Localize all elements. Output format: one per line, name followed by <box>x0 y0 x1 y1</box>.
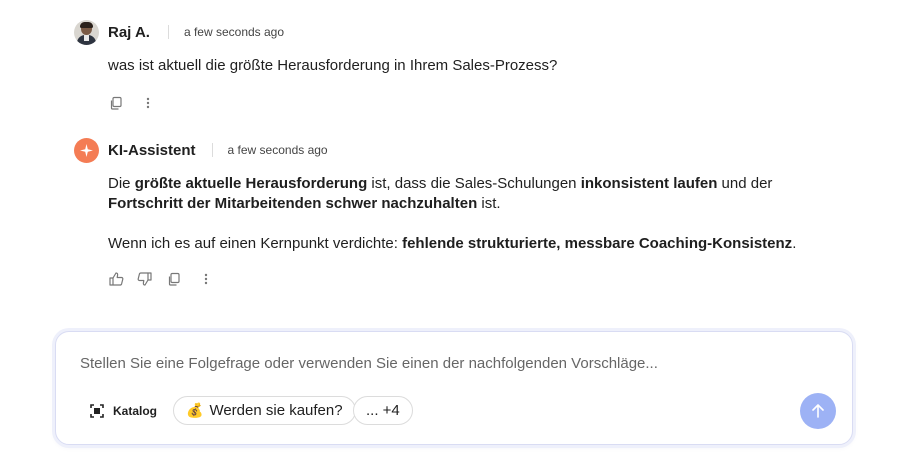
copy-icon[interactable] <box>108 95 124 111</box>
message-header: Raj A. a few seconds ago <box>74 19 864 45</box>
message-author: KI-Assistent <box>108 141 196 159</box>
divider <box>211 143 213 157</box>
answer-paragraph-1: Die größte aktuelle Herausforderung ist,… <box>108 175 773 212</box>
catalog-scan-icon <box>90 404 104 418</box>
thumbs-down-icon[interactable] <box>136 271 152 287</box>
user-message: Raj A. a few seconds ago was ist aktuell… <box>74 19 864 112</box>
message-timestamp: a few seconds ago <box>227 143 328 157</box>
suggestion-label: ... +4 <box>366 402 400 419</box>
arrow-up-icon <box>811 404 825 418</box>
followup-input[interactable] <box>80 355 780 372</box>
composer: Katalog 💰 Werden sie kaufen? ... +4 <box>55 331 853 445</box>
answer-paragraph-2: Wenn ich es auf einen Kernpunkt verdicht… <box>108 235 797 252</box>
message-text: Die größte aktuelle Herausforderung ist,… <box>108 174 848 254</box>
money-bag-icon: 💰 <box>186 402 204 418</box>
send-button[interactable] <box>800 393 836 429</box>
sparkle-icon <box>80 143 93 157</box>
thumbs-up-icon[interactable] <box>108 271 124 287</box>
avatar <box>74 137 99 163</box>
suggestion-label: Werden sie kaufen? <box>209 402 343 419</box>
catalog-label: Katalog <box>113 404 158 418</box>
more-vertical-icon[interactable] <box>140 95 156 111</box>
catalog-button[interactable]: Katalog <box>90 400 157 422</box>
copy-icon[interactable] <box>166 271 182 287</box>
message-author: Raj A. <box>108 23 150 41</box>
divider <box>167 25 169 39</box>
assistant-message: KI-Assistent a few seconds ago Die größt… <box>74 137 864 288</box>
more-vertical-icon[interactable] <box>198 271 214 287</box>
more-suggestions-chip[interactable]: ... +4 <box>353 396 413 425</box>
message-text: was ist aktuell die größte Herausforderu… <box>108 57 558 74</box>
suggestion-chip[interactable]: 💰 Werden sie kaufen? <box>173 396 356 425</box>
message-timestamp: a few seconds ago <box>183 25 285 39</box>
avatar <box>74 19 99 45</box>
message-header: KI-Assistent a few seconds ago <box>74 137 864 163</box>
message-actions <box>108 94 864 112</box>
message-actions <box>108 270 864 288</box>
